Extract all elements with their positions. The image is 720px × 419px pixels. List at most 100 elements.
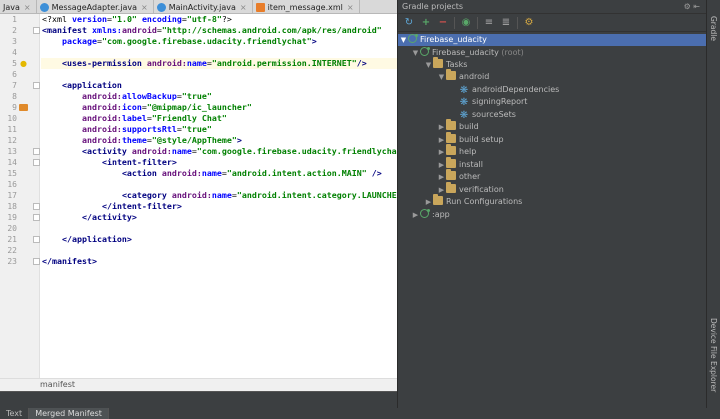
- tree-node-run-configurations[interactable]: ▶ Run Configurations: [398, 194, 706, 208]
- tree-node-android[interactable]: ▼ android: [398, 69, 706, 83]
- tree-node-other[interactable]: ▶ other: [398, 169, 706, 183]
- tab-text[interactable]: Text: [0, 408, 30, 419]
- code-line: android:label="Friendly Chat": [81, 113, 227, 123]
- panel-title: Gradle projects: [402, 2, 464, 11]
- toolbar-separator: [517, 16, 518, 29]
- folder-icon: [446, 132, 456, 143]
- folder-icon: [446, 144, 456, 155]
- add-icon[interactable]: +: [420, 17, 432, 29]
- code-line: android:theme="@style/AppTheme">: [81, 135, 242, 145]
- expand-arrow-icon[interactable]: ▼: [411, 47, 420, 59]
- code-line: <action android:name="android.intent.act…: [121, 168, 382, 178]
- code-line: android:supportsRtl="true": [81, 124, 212, 134]
- fold-marker[interactable]: [33, 159, 40, 166]
- fold-marker[interactable]: [33, 82, 40, 89]
- expand-arrow-icon[interactable]: ▶: [437, 146, 446, 158]
- line-number: 20: [7, 224, 17, 233]
- code-area[interactable]: <?xml version="1.0" encoding="utf-8"?> <…: [41, 14, 397, 391]
- tree-node-root[interactable]: ▼ Firebase_udacity (root): [398, 47, 706, 59]
- code-line: <category android:name="android.intent.c…: [121, 190, 397, 200]
- line-number: 1: [12, 15, 17, 24]
- expand-arrow-icon[interactable]: ▶: [437, 121, 446, 133]
- line-number: 21: [7, 235, 17, 244]
- expand-arrow-icon[interactable]: ▶: [437, 159, 446, 171]
- fold-marker[interactable]: [33, 148, 40, 155]
- tab-item-message-xml[interactable]: item_message.xml ×: [253, 0, 360, 13]
- expand-arrow-icon[interactable]: ▼: [399, 34, 408, 46]
- tab-main-activity[interactable]: MainActivity.java ×: [154, 0, 253, 13]
- tree-node-task[interactable]: ❋ androidDependencies: [398, 84, 706, 96]
- tab-merged-manifest[interactable]: Merged Manifest: [29, 408, 109, 419]
- collapse-all-icon[interactable]: ≣: [500, 17, 512, 29]
- editor-tab-bar: Java × MessageAdapter.java × MainActivit…: [0, 0, 397, 14]
- tree-node-app[interactable]: ▶:app: [398, 209, 706, 221]
- expand-arrow-icon[interactable]: ▶: [424, 196, 433, 208]
- fold-marker[interactable]: [33, 203, 40, 210]
- gradle-tool-button[interactable]: Gradle: [709, 16, 718, 41]
- code-line: android:allowBackup="true": [81, 91, 212, 101]
- tree-node-task[interactable]: ❋ sourceSets: [398, 109, 706, 121]
- line-number: 10: [7, 114, 17, 123]
- tree-node-project[interactable]: ▼ Firebase_udacity: [398, 34, 706, 46]
- java-class-icon: [39, 2, 49, 12]
- code-line: <manifest xmlns:android="http://schemas.…: [42, 25, 382, 35]
- tab-label: MainActivity.java: [168, 2, 236, 12]
- tab-java[interactable]: Java ×: [0, 0, 37, 13]
- line-number: 12: [7, 136, 17, 145]
- tree-label: other: [459, 172, 481, 181]
- expand-arrow-icon[interactable]: ▶: [411, 209, 420, 221]
- expand-arrow-icon[interactable]: ▼: [437, 71, 446, 83]
- gear-icon: ❋: [459, 85, 469, 96]
- lightbulb-icon[interactable]: ●: [20, 60, 27, 68]
- tree-label: androidDependencies: [472, 85, 560, 94]
- expand-arrow-icon[interactable]: ▼: [424, 59, 433, 71]
- gradle-toolbar: ↻ + − ◉ ≡ ≣ ⚙: [398, 14, 706, 32]
- refresh-icon[interactable]: ↻: [403, 17, 415, 29]
- code-line: </manifest>: [42, 256, 97, 266]
- close-icon[interactable]: ×: [24, 3, 31, 12]
- panel-header: Gradle projects ⚙ ⇤: [398, 0, 706, 14]
- code-line: <?xml version="1.0" encoding="utf-8"?>: [42, 14, 232, 24]
- code-editor[interactable]: 1 2 3 4 5 6 7 8 9 10 11 12 13 14 15 16 1…: [0, 14, 397, 391]
- fold-marker[interactable]: [33, 27, 40, 34]
- tab-message-adapter[interactable]: MessageAdapter.java ×: [37, 0, 154, 13]
- close-icon[interactable]: ×: [347, 3, 354, 12]
- execute-task-icon[interactable]: ◉: [460, 17, 472, 29]
- expand-arrow-icon[interactable]: ▶: [437, 171, 446, 183]
- code-line: <intent-filter>: [101, 157, 177, 167]
- launcher-image-icon[interactable]: [19, 104, 28, 111]
- tab-label: Java: [3, 2, 20, 12]
- close-icon[interactable]: ×: [240, 3, 247, 12]
- line-number: 9: [12, 103, 17, 112]
- tree-node-install[interactable]: ▶ install: [398, 157, 706, 171]
- tree-label: help: [459, 147, 477, 156]
- offline-mode-icon[interactable]: ⚙: [523, 17, 535, 29]
- device-file-explorer-button[interactable]: Device File Explorer: [709, 318, 718, 392]
- tree-node-task[interactable]: ❋ signingReport: [398, 96, 706, 108]
- code-line: </intent-filter>: [101, 201, 182, 211]
- fold-marker[interactable]: [33, 214, 40, 221]
- line-number: 11: [7, 125, 17, 134]
- expand-all-icon[interactable]: ≡: [483, 17, 495, 29]
- expand-arrow-icon[interactable]: ▶: [437, 134, 446, 146]
- folder-icon: [446, 69, 456, 80]
- gear-icon: ❋: [459, 110, 469, 121]
- remove-icon[interactable]: −: [437, 17, 449, 29]
- fold-marker[interactable]: [33, 258, 40, 265]
- close-icon[interactable]: ×: [141, 3, 148, 12]
- line-number: 3: [12, 37, 17, 46]
- tree-node-verification[interactable]: ▶ verification: [398, 182, 706, 196]
- tree-node-tasks[interactable]: ▼ Tasks: [398, 57, 706, 71]
- folder-icon: [433, 57, 443, 68]
- breadcrumb[interactable]: manifest: [0, 378, 397, 391]
- panel-settings-icon[interactable]: ⚙ ⇤: [684, 0, 700, 14]
- tree-node-help[interactable]: ▶ help: [398, 144, 706, 158]
- gradle-project-icon: [420, 209, 430, 218]
- tree-label: build: [459, 122, 479, 131]
- fold-marker[interactable]: [33, 236, 40, 243]
- expand-arrow-icon[interactable]: ▶: [437, 184, 446, 196]
- tree-node-build[interactable]: ▶ build: [398, 119, 706, 133]
- tree-node-build-setup[interactable]: ▶ build setup: [398, 132, 706, 146]
- right-tool-stripe: Gradle Device File Explorer: [706, 0, 720, 408]
- tree-label: Firebase_udacity: [432, 48, 499, 57]
